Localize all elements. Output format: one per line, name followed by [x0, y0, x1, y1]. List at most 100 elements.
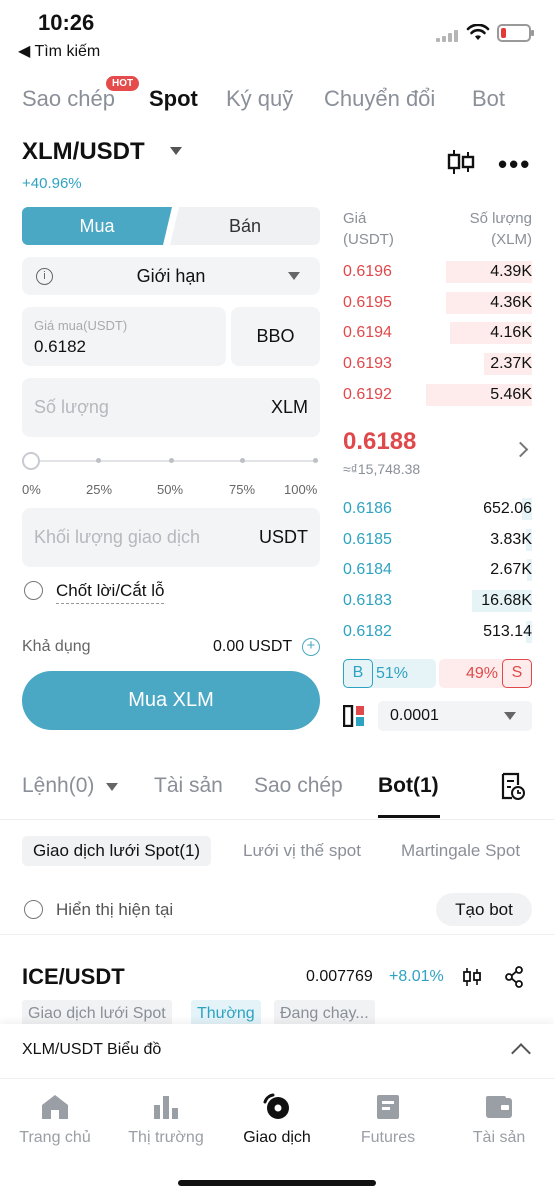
slider-mark-25[interactable] [96, 458, 101, 463]
slider-mark-100[interactable] [313, 458, 318, 463]
chip-position-grid[interactable]: Lưới vị thế spot [232, 836, 372, 866]
order-type-select[interactable]: i Giới hạn [22, 257, 320, 295]
order-type-label: Giới hạn [136, 266, 206, 286]
tpsl-checkbox[interactable] [24, 581, 43, 600]
show-current-checkbox[interactable] [24, 900, 43, 919]
ask-quantity: 4.16K [490, 324, 532, 342]
bid-row[interactable]: 0.6182 513.14 [343, 620, 532, 643]
ask-price: 0.6195 [343, 293, 392, 311]
slider-mark-75[interactable] [240, 458, 245, 463]
pair-symbol[interactable]: XLM/USDT [22, 138, 145, 166]
chart-toggle-bar[interactable]: XLM/USDT Biểu đồ [0, 1024, 554, 1078]
nav-market[interactable]: Thị trường [111, 1093, 221, 1147]
quantity-input[interactable]: Số lượng XLM [22, 378, 320, 437]
chevron-right-icon[interactable] [512, 441, 529, 458]
add-funds-icon[interactable]: + [302, 638, 320, 656]
signal-icon [436, 30, 460, 42]
chevron-up-icon[interactable] [511, 1043, 531, 1063]
bid-row[interactable]: 0.6184 2.67K [343, 559, 532, 582]
precision-select[interactable]: 0.0001 [378, 701, 532, 731]
buy-ratio-value: 51% [376, 665, 409, 682]
nav-trade[interactable]: Giao dịch [222, 1093, 332, 1147]
tab-convert[interactable]: Chuyển đổi [324, 86, 435, 112]
ask-row[interactable]: 0.6196 4.39K [343, 261, 532, 283]
chevron-down-icon [288, 272, 300, 280]
price-input[interactable]: Giá mua(USDT) 0.6182 [22, 307, 226, 366]
nav-assets[interactable]: Tài sản [444, 1093, 554, 1147]
pair-dropdown-icon[interactable] [170, 147, 182, 155]
bot-pair[interactable]: ICE/USDT [22, 964, 125, 990]
quantity-unit: XLM [270, 397, 308, 417]
hot-badge: HOT [106, 76, 140, 91]
tab-copy[interactable]: Sao chép [254, 774, 343, 798]
tab-spot[interactable]: Spot [149, 86, 198, 112]
ask-row[interactable]: 0.6193 2.37K [343, 353, 532, 376]
ask-row[interactable]: 0.6192 5.46K [343, 383, 532, 406]
chip-spot-grid[interactable]: Giao dịch lưới Spot(1) [22, 836, 212, 866]
submit-buy-button[interactable]: Mua XLM [22, 671, 320, 730]
slider-label-50: 50% [157, 482, 184, 497]
order-history-icon[interactable] [500, 772, 526, 802]
nav-home-label: Trang chủ [19, 1129, 91, 1146]
bid-row[interactable]: 0.6185 3.83K [343, 528, 532, 551]
battery-icon [497, 24, 534, 42]
orderbook-qty-header: Số lượng (XLM) [469, 210, 532, 248]
orderbook-layout-icon[interactable] [343, 705, 367, 727]
bid-price: 0.6182 [343, 622, 392, 640]
available-value: 0.00 USDT [213, 638, 293, 655]
last-price-fiat: ≈₫15,748.38 [343, 461, 421, 477]
amount-slider-track[interactable] [31, 460, 318, 462]
volume-input[interactable]: Khối lượng giao dịch USDT [22, 508, 320, 567]
nav-home[interactable]: Trang chủ [0, 1093, 110, 1147]
tab-copy-trading[interactable]: Sao chép [22, 86, 115, 112]
sell-ratio-value: 49% [465, 665, 498, 682]
bid-price: 0.6186 [343, 500, 392, 517]
more-options-icon[interactable]: ••• [498, 149, 531, 180]
ask-price: 0.6193 [343, 355, 392, 373]
price-input-label: Giá mua(USDT) [34, 318, 128, 333]
chevron-down-icon[interactable] [106, 783, 118, 791]
volume-unit: USDT [259, 527, 308, 547]
slider-label-25: 25% [86, 482, 113, 497]
ask-row[interactable]: 0.6195 4.36K [343, 291, 532, 314]
tab-assets[interactable]: Tài sản [154, 774, 223, 798]
chart-toggle-label: XLM/USDT Biểu đồ [22, 1041, 162, 1058]
amount-slider-handle[interactable] [22, 452, 40, 470]
chip-martingale[interactable]: Martingale Spot [390, 836, 531, 866]
ask-price: 0.6196 [343, 263, 392, 280]
create-bot-button[interactable]: Tạo bot [436, 893, 532, 926]
trade-icon [263, 1093, 289, 1119]
buy-ratio-badge: B [343, 659, 373, 688]
buy-tab[interactable]: Mua [22, 207, 172, 245]
market-icon [154, 1096, 178, 1119]
share-icon[interactable] [504, 966, 524, 988]
sell-tab[interactable]: Bán [170, 207, 320, 245]
bbo-button[interactable]: BBO [231, 307, 320, 366]
chevron-down-icon [504, 712, 516, 720]
ask-quantity: 5.46K [490, 385, 532, 403]
tab-bot[interactable]: Bot [472, 86, 505, 112]
slider-mark-50[interactable] [169, 458, 174, 463]
price-input-value[interactable]: 0.6182 [34, 337, 86, 357]
bid-price: 0.6185 [343, 530, 392, 548]
bid-quantity: 16.68K [481, 592, 532, 610]
candlestick-chart-icon[interactable] [446, 148, 476, 176]
ask-row[interactable]: 0.6194 4.16K [343, 322, 532, 345]
bot-change: +8.01% [389, 968, 444, 985]
tpsl-label[interactable]: Chốt lời/Cắt lỗ [56, 581, 165, 604]
ask-quantity: 2.37K [490, 355, 532, 373]
back-to-search-link[interactable]: ◀ Tìm kiếm [18, 41, 100, 61]
tab-orders[interactable]: Lệnh(0) [22, 774, 94, 798]
tab-margin[interactable]: Ký quỹ [226, 86, 293, 112]
show-current-label[interactable]: Hiển thị hiện tại [56, 900, 173, 920]
quantity-placeholder: Số lượng [34, 397, 109, 417]
pair-change: +40.96% [22, 175, 82, 192]
tab-bots[interactable]: Bot(1) [378, 774, 439, 798]
candlestick-chart-icon[interactable] [462, 966, 482, 988]
ask-quantity: 4.39K [490, 263, 532, 280]
nav-futures[interactable]: Futures [333, 1093, 443, 1147]
bid-row[interactable]: 0.6186 652.06 [343, 498, 532, 520]
active-tab-indicator [378, 815, 440, 818]
bid-row[interactable]: 0.6183 16.68K [343, 590, 532, 613]
sell-ratio-bar: 49% S [439, 659, 532, 688]
